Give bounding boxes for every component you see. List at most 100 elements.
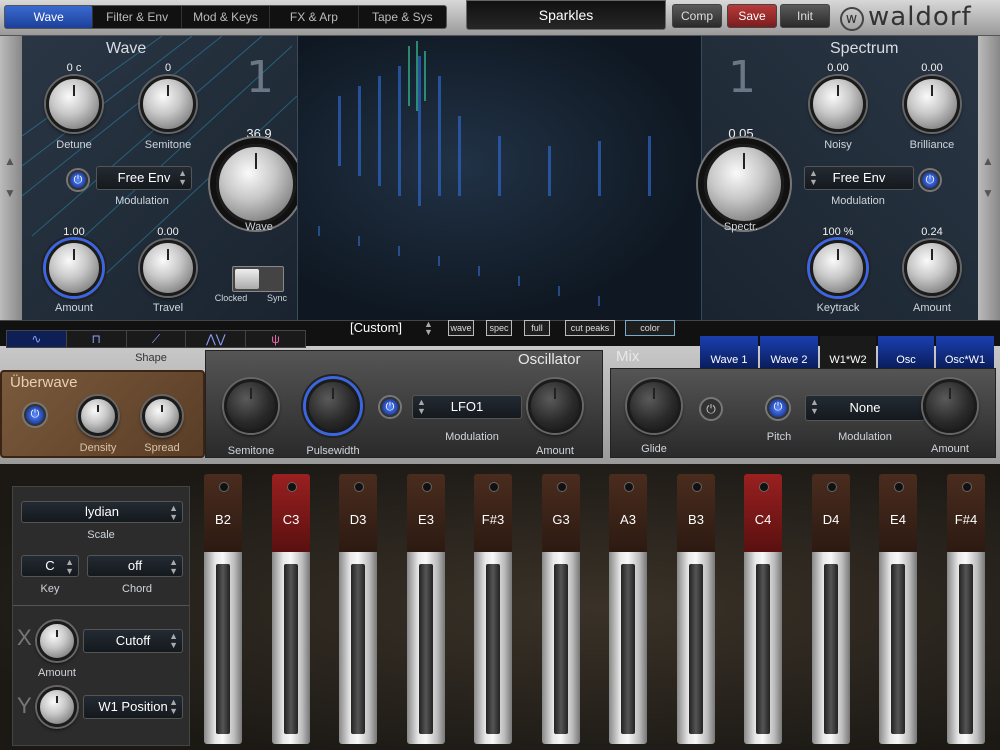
wavetable-visualizer[interactable] xyxy=(297,36,702,320)
tab-filter-env[interactable]: Filter & Env xyxy=(93,6,182,28)
note-fader[interactable]: D3 xyxy=(339,474,377,744)
x-amount-knob[interactable] xyxy=(37,621,77,661)
y-target-dropdown[interactable]: W1 Position ▲ ▼ xyxy=(83,695,183,719)
scale-dropdown[interactable]: lydian ▲ ▼ xyxy=(21,501,183,523)
spec-view-button[interactable]: spec xyxy=(486,320,512,336)
color-button[interactable]: color xyxy=(625,320,675,336)
fader-track[interactable] xyxy=(554,564,568,734)
detune-label: Detune xyxy=(56,139,92,151)
chord-dropdown[interactable]: off ▲ ▼ xyxy=(87,555,183,577)
full-view-button[interactable]: full xyxy=(524,320,550,336)
fader-track[interactable] xyxy=(419,564,433,734)
fader-note-label: D3 xyxy=(339,474,377,552)
tab-tape-sys[interactable]: Tape & Sys xyxy=(359,6,446,28)
note-fader[interactable]: G3 xyxy=(542,474,580,744)
osc-modulation-power-button[interactable] xyxy=(380,397,400,417)
note-fader[interactable]: A3 xyxy=(609,474,647,744)
density-knob[interactable] xyxy=(78,396,118,436)
x-target-dropdown[interactable]: Cutoff ▲ ▼ xyxy=(83,629,183,653)
comp-button[interactable]: Comp xyxy=(672,4,722,28)
spectrum-modulation-dropdown[interactable]: Free Env ▲ ▼ xyxy=(804,166,914,190)
semitone-knob[interactable] xyxy=(140,76,196,132)
glide-power-button[interactable]: ⏻ xyxy=(699,397,723,421)
key-dropdown[interactable]: C ▲ ▼ xyxy=(21,555,79,577)
tab-wave[interactable]: Wave xyxy=(5,6,94,28)
mix-tab-osc[interactable]: Osc xyxy=(878,336,934,368)
note-fader[interactable]: D4 xyxy=(812,474,850,744)
fader-track[interactable] xyxy=(756,564,770,734)
fader-track[interactable] xyxy=(959,564,973,734)
mix-tab-w1w2[interactable]: W1*W2 xyxy=(820,336,876,368)
shape-pink[interactable]: ψ xyxy=(246,331,305,347)
shape-sine[interactable]: ∿ xyxy=(7,331,67,347)
shape-pulse[interactable]: ⊓ xyxy=(67,331,127,347)
note-fader[interactable]: F#4 xyxy=(947,474,985,744)
fader-track[interactable] xyxy=(689,564,703,734)
note-fader[interactable]: C4 xyxy=(744,474,782,744)
keytrack-knob[interactable] xyxy=(810,240,866,296)
pitch-power-button[interactable] xyxy=(767,397,789,419)
detune-knob[interactable] xyxy=(46,76,102,132)
updown-arrows-icon[interactable]: ▲ ▼ xyxy=(424,320,433,337)
init-button[interactable]: Init xyxy=(780,4,830,28)
noisy-knob[interactable] xyxy=(810,76,866,132)
spectrum-knob[interactable] xyxy=(704,144,784,224)
fader-track[interactable] xyxy=(621,564,635,734)
mix-tab-osc-w1[interactable]: Osc*W1 xyxy=(936,336,994,368)
tab-mod-keys[interactable]: Mod & Keys xyxy=(182,6,271,28)
wave-view-button[interactable]: wave xyxy=(448,320,474,336)
tab-bar: Wave Filter & Env Mod & Keys FX & Arp Ta… xyxy=(4,5,447,29)
wave-amount-knob[interactable] xyxy=(46,240,102,296)
note-fader[interactable]: C3 xyxy=(272,474,310,744)
fader-track[interactable] xyxy=(486,564,500,734)
spread-knob[interactable] xyxy=(142,396,182,436)
shape-noise[interactable]: ⋀⋁ xyxy=(186,331,247,347)
uberwave-power-button[interactable] xyxy=(24,404,46,426)
save-button[interactable]: Save xyxy=(727,4,777,28)
wave-modulation-dropdown[interactable]: Free Env ▲ ▼ xyxy=(96,166,192,190)
osc-modulation-dropdown[interactable]: LFO1 ▲ ▼ xyxy=(412,395,522,419)
spectrum-modulation-power-button[interactable] xyxy=(920,170,940,190)
spectrum-amount-knob[interactable] xyxy=(904,240,960,296)
keytrack-value: 100 % xyxy=(822,226,854,238)
glide-knob[interactable] xyxy=(627,379,681,433)
travel-knob[interactable] xyxy=(140,240,196,296)
fader-track[interactable] xyxy=(216,564,230,734)
tab-fx-arp[interactable]: FX & Arp xyxy=(270,6,359,28)
visual-preset[interactable]: [Custom] xyxy=(350,320,420,336)
osc-amount-knob[interactable] xyxy=(528,379,582,433)
note-fader[interactable]: E4 xyxy=(879,474,917,744)
preset-name[interactable]: Sparkles xyxy=(466,0,666,30)
fader-track[interactable] xyxy=(351,564,365,734)
wave-modulation-source: Free Env xyxy=(117,170,171,185)
fader-track[interactable] xyxy=(891,564,905,734)
noisy-value: 0.00 xyxy=(827,62,849,74)
shape-saw[interactable]: ⟋ xyxy=(127,331,187,347)
y-amount-knob[interactable] xyxy=(37,687,77,727)
mix-tab-wave1[interactable]: Wave 1 xyxy=(700,336,758,368)
pulsewidth-knob[interactable] xyxy=(306,379,360,433)
note-fader[interactable]: B2 xyxy=(204,474,242,744)
fader-track[interactable] xyxy=(284,564,298,734)
fader-body xyxy=(879,552,917,744)
clocked-sync-switch[interactable] xyxy=(232,266,284,292)
note-fader[interactable]: F#3 xyxy=(474,474,512,744)
mix-tab-wave2[interactable]: Wave 2 xyxy=(760,336,818,368)
osc-semitone-knob[interactable] xyxy=(224,379,278,433)
scale-label: Scale xyxy=(87,529,115,541)
spectrum-amount-value: 0.24 xyxy=(921,226,943,238)
brilliance-knob[interactable] xyxy=(904,76,960,132)
note-fader[interactable]: E3 xyxy=(407,474,445,744)
mix-modulation-dropdown[interactable]: None ▲ ▼ xyxy=(805,395,925,421)
wave-modulation-power-button[interactable] xyxy=(68,170,88,190)
left-scroll-handle[interactable]: ▲ ▼ xyxy=(0,36,22,320)
mix-amount-knob[interactable] xyxy=(923,379,977,433)
updown-arrows-icon: ▲ ▼ xyxy=(169,631,178,650)
note-fader[interactable]: B3 xyxy=(677,474,715,744)
fader-track[interactable] xyxy=(824,564,838,734)
right-scroll-handle[interactable]: ▲ ▼ xyxy=(978,36,1000,320)
brilliance-label: Brilliance xyxy=(909,139,955,151)
cut-peaks-button[interactable]: cut peaks xyxy=(565,320,615,336)
wave-position-knob[interactable] xyxy=(216,144,296,224)
osc-modulation-source: LFO1 xyxy=(450,399,484,414)
